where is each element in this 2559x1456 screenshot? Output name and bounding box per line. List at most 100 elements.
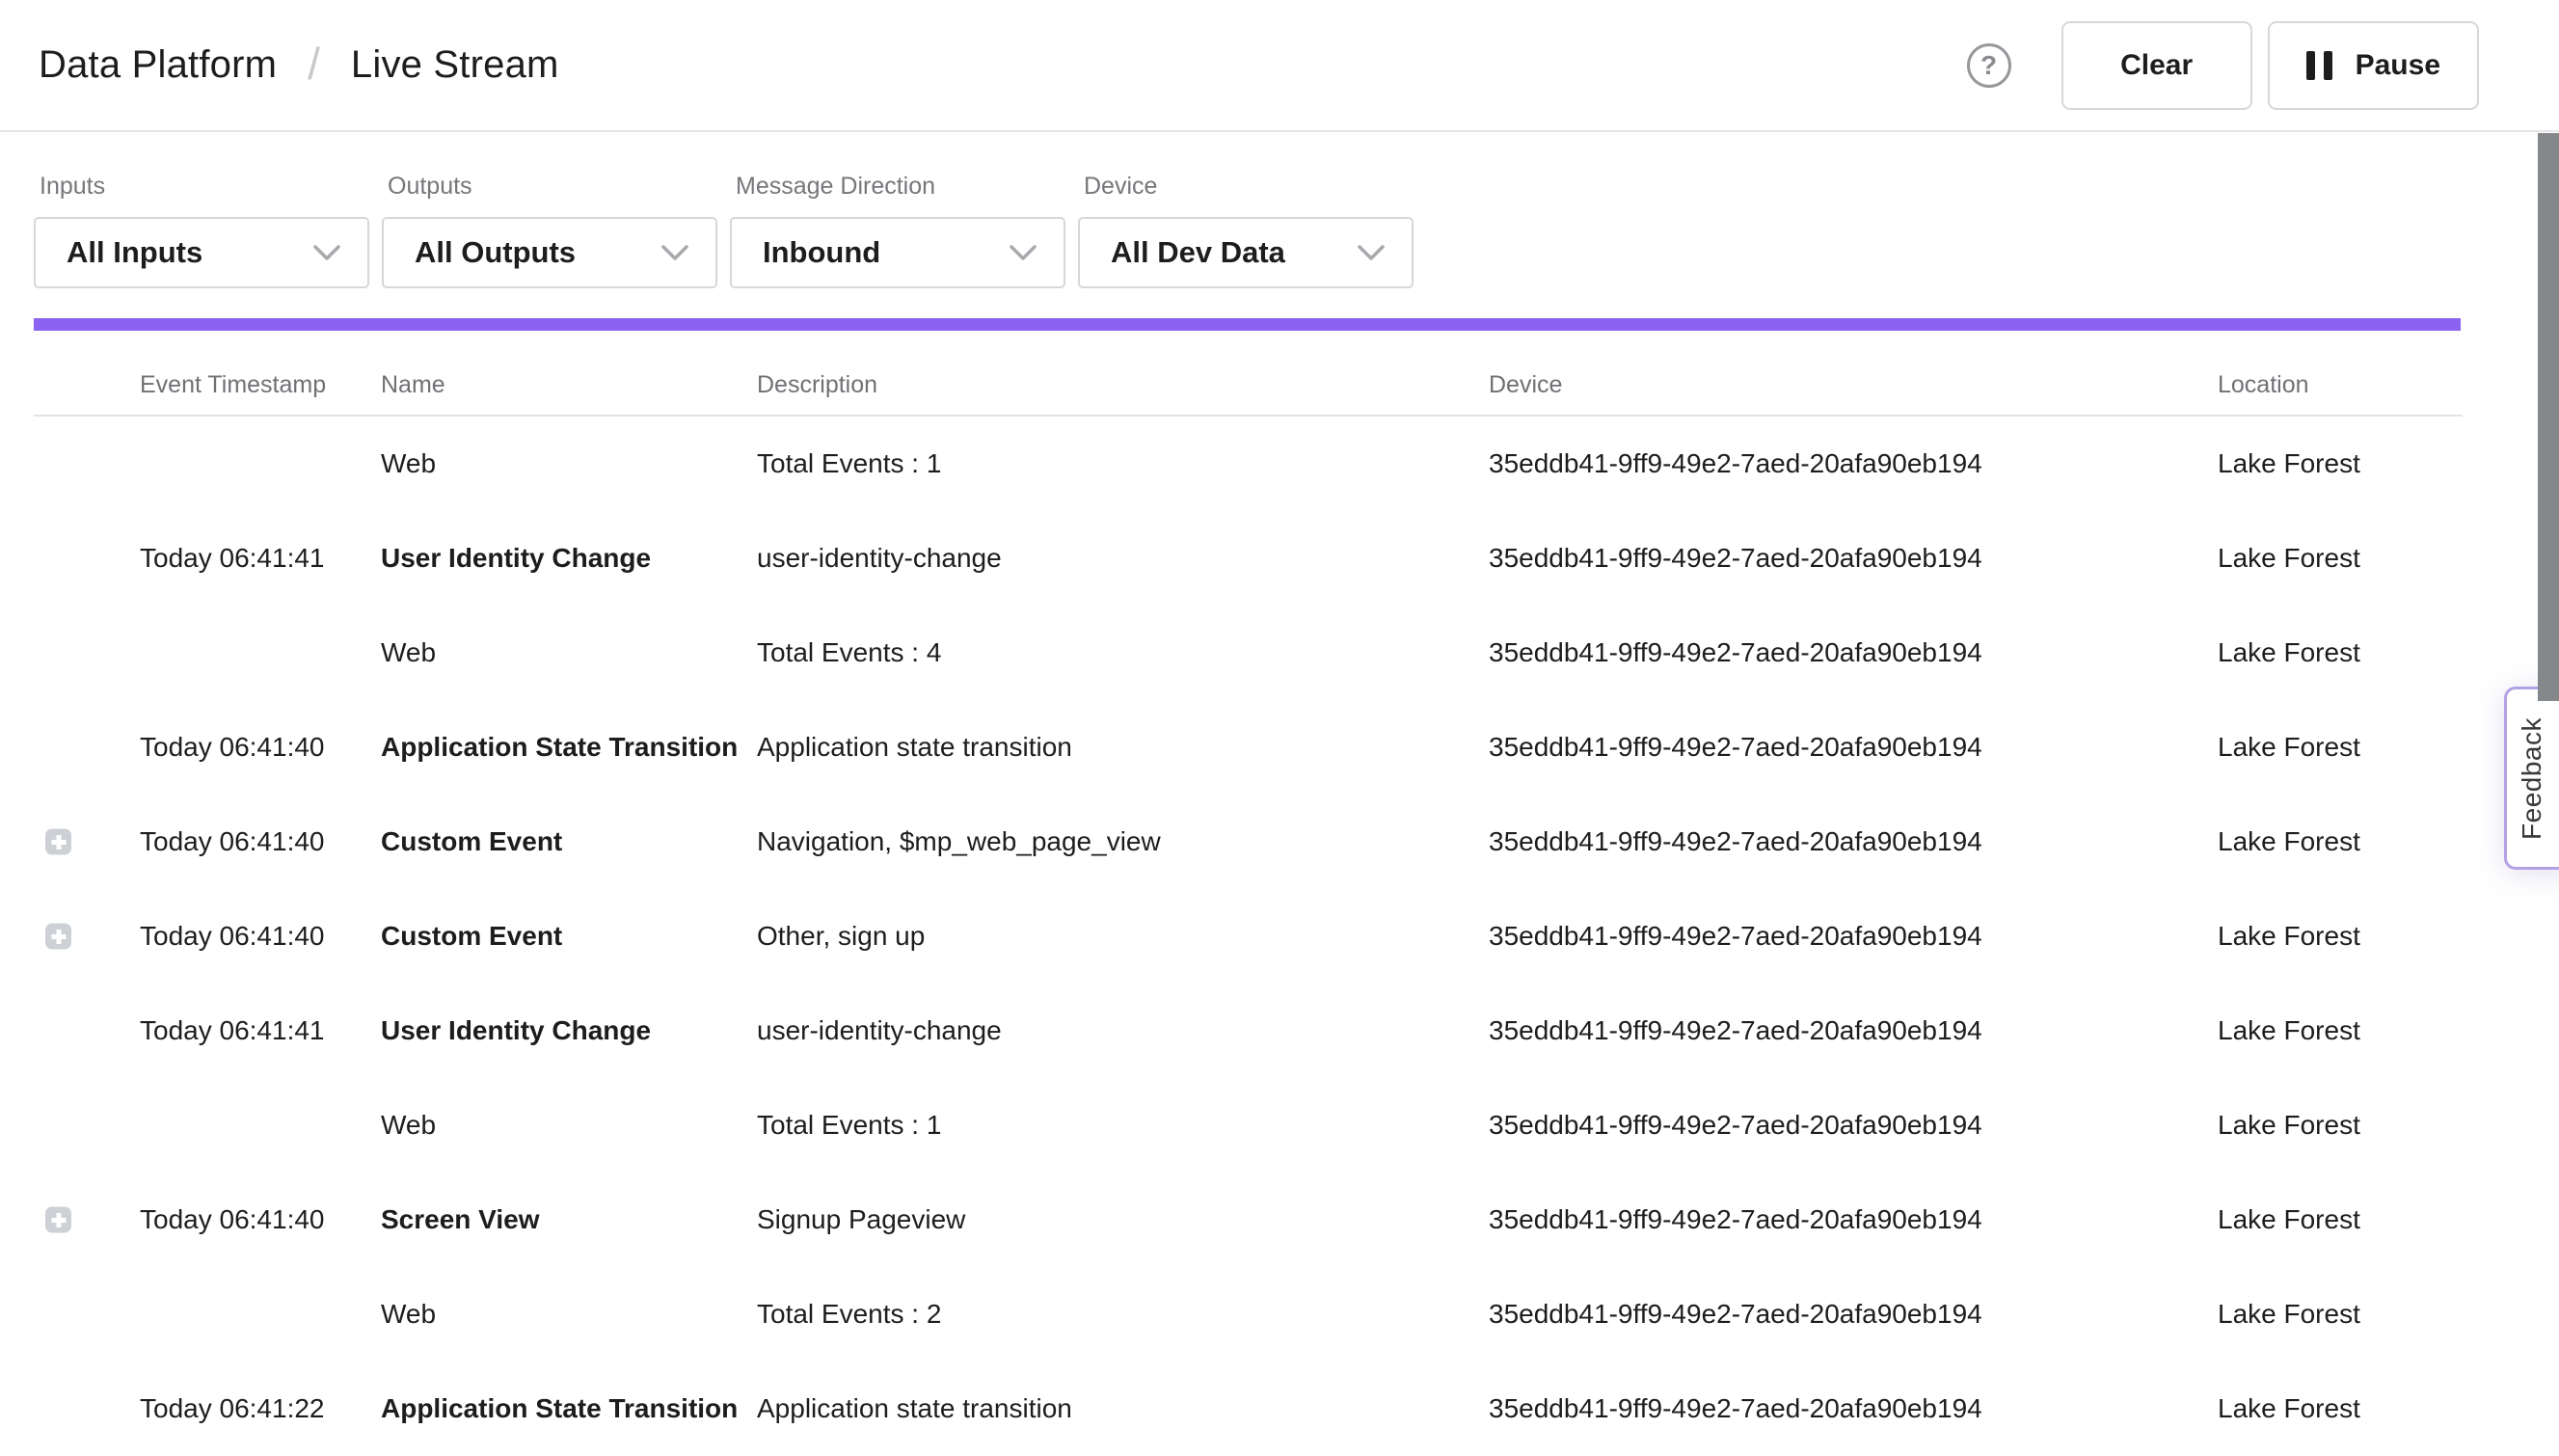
cell-description: Total Events : 2	[757, 1299, 941, 1330]
cell-location: Lake Forest	[2218, 921, 2360, 952]
cell-description: user-identity-change	[757, 543, 1002, 574]
cell-location: Lake Forest	[2218, 543, 2360, 574]
device-selected-value: All Dev Data	[1111, 235, 1285, 270]
cell-name: Application State Transition	[381, 732, 738, 763]
breadcrumb-item-live-stream: Live Stream	[351, 43, 559, 87]
cell-location: Lake Forest	[2218, 1110, 2360, 1141]
feedback-tab-label: Feedback	[2517, 717, 2547, 840]
cell-device: 35eddb41-9ff9-49e2-7aed-20afa90eb194	[1489, 543, 1982, 574]
filter-group-message-direction: Message Direction Inbound	[730, 171, 1065, 288]
cell-device: 35eddb41-9ff9-49e2-7aed-20afa90eb194	[1489, 1393, 1982, 1424]
cell-description: Other, sign up	[757, 921, 925, 952]
cell-name: Web	[381, 637, 436, 668]
breadcrumb-separator: /	[308, 38, 320, 90]
table-row[interactable]: Web Total Events : 4 35eddb41-9ff9-49e2-…	[0, 606, 2559, 700]
cell-timestamp: Today 06:41:41	[140, 1015, 325, 1046]
cell-timestamp: Today 06:41:40	[140, 1204, 325, 1235]
inputs-select[interactable]: All Inputs	[34, 217, 369, 288]
cell-name: Web	[381, 1110, 436, 1141]
clear-button-label: Clear	[2120, 49, 2193, 82]
cell-name: Custom Event	[381, 826, 562, 857]
cell-timestamp: Today 06:41:22	[140, 1393, 325, 1424]
breadcrumb-item-data-platform[interactable]: Data Platform	[39, 43, 277, 87]
cell-name: Custom Event	[381, 921, 562, 952]
table-row[interactable]: Web Total Events : 1 35eddb41-9ff9-49e2-…	[0, 1078, 2559, 1173]
cell-location: Lake Forest	[2218, 732, 2360, 763]
table-row[interactable]: Today 06:41:40 Application State Transit…	[0, 700, 2559, 795]
message-direction-select[interactable]: Inbound	[730, 217, 1065, 288]
table-row[interactable]: Web Total Events : 1 35eddb41-9ff9-49e2-…	[0, 417, 2559, 511]
cell-name: User Identity Change	[381, 1015, 651, 1046]
cell-name: Application State Transition	[381, 1393, 738, 1424]
filter-group-outputs: Outputs All Outputs	[382, 171, 717, 288]
filter-group-inputs: Inputs All Inputs	[34, 171, 369, 288]
table-row[interactable]: Web Total Events : 2 35eddb41-9ff9-49e2-…	[0, 1267, 2559, 1362]
cell-description: Application state transition	[757, 732, 1072, 763]
clear-button[interactable]: Clear	[2061, 21, 2252, 110]
column-header-name: Name	[381, 371, 445, 399]
cell-device: 35eddb41-9ff9-49e2-7aed-20afa90eb194	[1489, 1110, 1982, 1141]
cell-description: Signup Pageview	[757, 1204, 965, 1235]
table-row[interactable]: Today 06:41:40 Screen View Signup Pagevi…	[0, 1173, 2559, 1267]
cell-device: 35eddb41-9ff9-49e2-7aed-20afa90eb194	[1489, 1299, 1982, 1330]
cell-location: Lake Forest	[2218, 1393, 2360, 1424]
cell-location: Lake Forest	[2218, 1015, 2360, 1046]
device-select[interactable]: All Dev Data	[1078, 217, 1414, 288]
expand-button[interactable]	[45, 924, 71, 950]
filters-bar: Inputs All Inputs Outputs All Outputs Me…	[0, 132, 2559, 288]
page-header: Data Platform / Live Stream ? Clear Paus…	[0, 0, 2559, 132]
cell-location: Lake Forest	[2218, 1204, 2360, 1235]
cell-timestamp: Today 06:41:40	[140, 732, 325, 763]
table-row[interactable]: Today 06:41:40 Custom Event Other, sign …	[0, 889, 2559, 984]
table-row[interactable]: Today 06:41:41 User Identity Change user…	[0, 511, 2559, 606]
cell-name: Screen View	[381, 1204, 539, 1235]
pause-button-label: Pause	[2356, 49, 2440, 82]
column-header-description: Description	[757, 371, 877, 399]
cell-name: Web	[381, 448, 436, 479]
cell-device: 35eddb41-9ff9-49e2-7aed-20afa90eb194	[1489, 1015, 1982, 1046]
cell-description: Application state transition	[757, 1393, 1072, 1424]
cell-description: Total Events : 1	[757, 1110, 941, 1141]
filter-group-device: Device All Dev Data	[1078, 171, 1414, 288]
pause-button[interactable]: Pause	[2268, 21, 2479, 110]
help-icon[interactable]: ?	[1967, 43, 2011, 88]
feedback-tab[interactable]: Feedback	[2504, 687, 2559, 870]
inputs-selected-value: All Inputs	[67, 235, 202, 270]
cell-device: 35eddb41-9ff9-49e2-7aed-20afa90eb194	[1489, 921, 1982, 952]
cell-device: 35eddb41-9ff9-49e2-7aed-20afa90eb194	[1489, 448, 1982, 479]
filter-label-device: Device	[1078, 171, 1414, 202]
cell-timestamp: Today 06:41:40	[140, 826, 325, 857]
chevron-down-icon	[313, 245, 340, 261]
expand-button[interactable]	[45, 1207, 71, 1233]
table-row[interactable]: Today 06:41:41 User Identity Change user…	[0, 984, 2559, 1078]
table-row[interactable]: Today 06:41:40 Custom Event Navigation, …	[0, 795, 2559, 889]
chevron-down-icon	[1010, 245, 1037, 261]
message-direction-selected-value: Inbound	[763, 235, 880, 270]
cell-device: 35eddb41-9ff9-49e2-7aed-20afa90eb194	[1489, 732, 1982, 763]
cell-description: user-identity-change	[757, 1015, 1002, 1046]
cell-device: 35eddb41-9ff9-49e2-7aed-20afa90eb194	[1489, 826, 1982, 857]
cell-description: Navigation, $mp_web_page_view	[757, 826, 1161, 857]
cell-location: Lake Forest	[2218, 1299, 2360, 1330]
filter-label-message-direction: Message Direction	[730, 171, 1065, 202]
vertical-scrollbar-thumb[interactable]	[2538, 133, 2559, 701]
cell-location: Lake Forest	[2218, 826, 2360, 857]
expand-button[interactable]	[45, 829, 71, 855]
cell-device: 35eddb41-9ff9-49e2-7aed-20afa90eb194	[1489, 1204, 1982, 1235]
cell-location: Lake Forest	[2218, 637, 2360, 668]
chevron-down-icon	[1358, 245, 1385, 261]
cell-timestamp: Today 06:41:40	[140, 921, 325, 952]
cell-timestamp: Today 06:41:41	[140, 543, 325, 574]
cell-name: Web	[381, 1299, 436, 1330]
outputs-select[interactable]: All Outputs	[382, 217, 717, 288]
column-header-location: Location	[2218, 371, 2309, 399]
pause-icon	[2306, 51, 2332, 80]
column-header-device: Device	[1489, 371, 1562, 399]
table-header: Event Timestamp Name Description Device …	[0, 331, 2559, 417]
cell-name: User Identity Change	[381, 543, 651, 574]
table-row[interactable]: Today 06:41:22 Application State Transit…	[0, 1362, 2559, 1456]
filter-label-inputs: Inputs	[34, 171, 369, 202]
cell-description: Total Events : 1	[757, 448, 941, 479]
live-stream-progress-bar	[34, 318, 2461, 331]
cell-description: Total Events : 4	[757, 637, 941, 668]
